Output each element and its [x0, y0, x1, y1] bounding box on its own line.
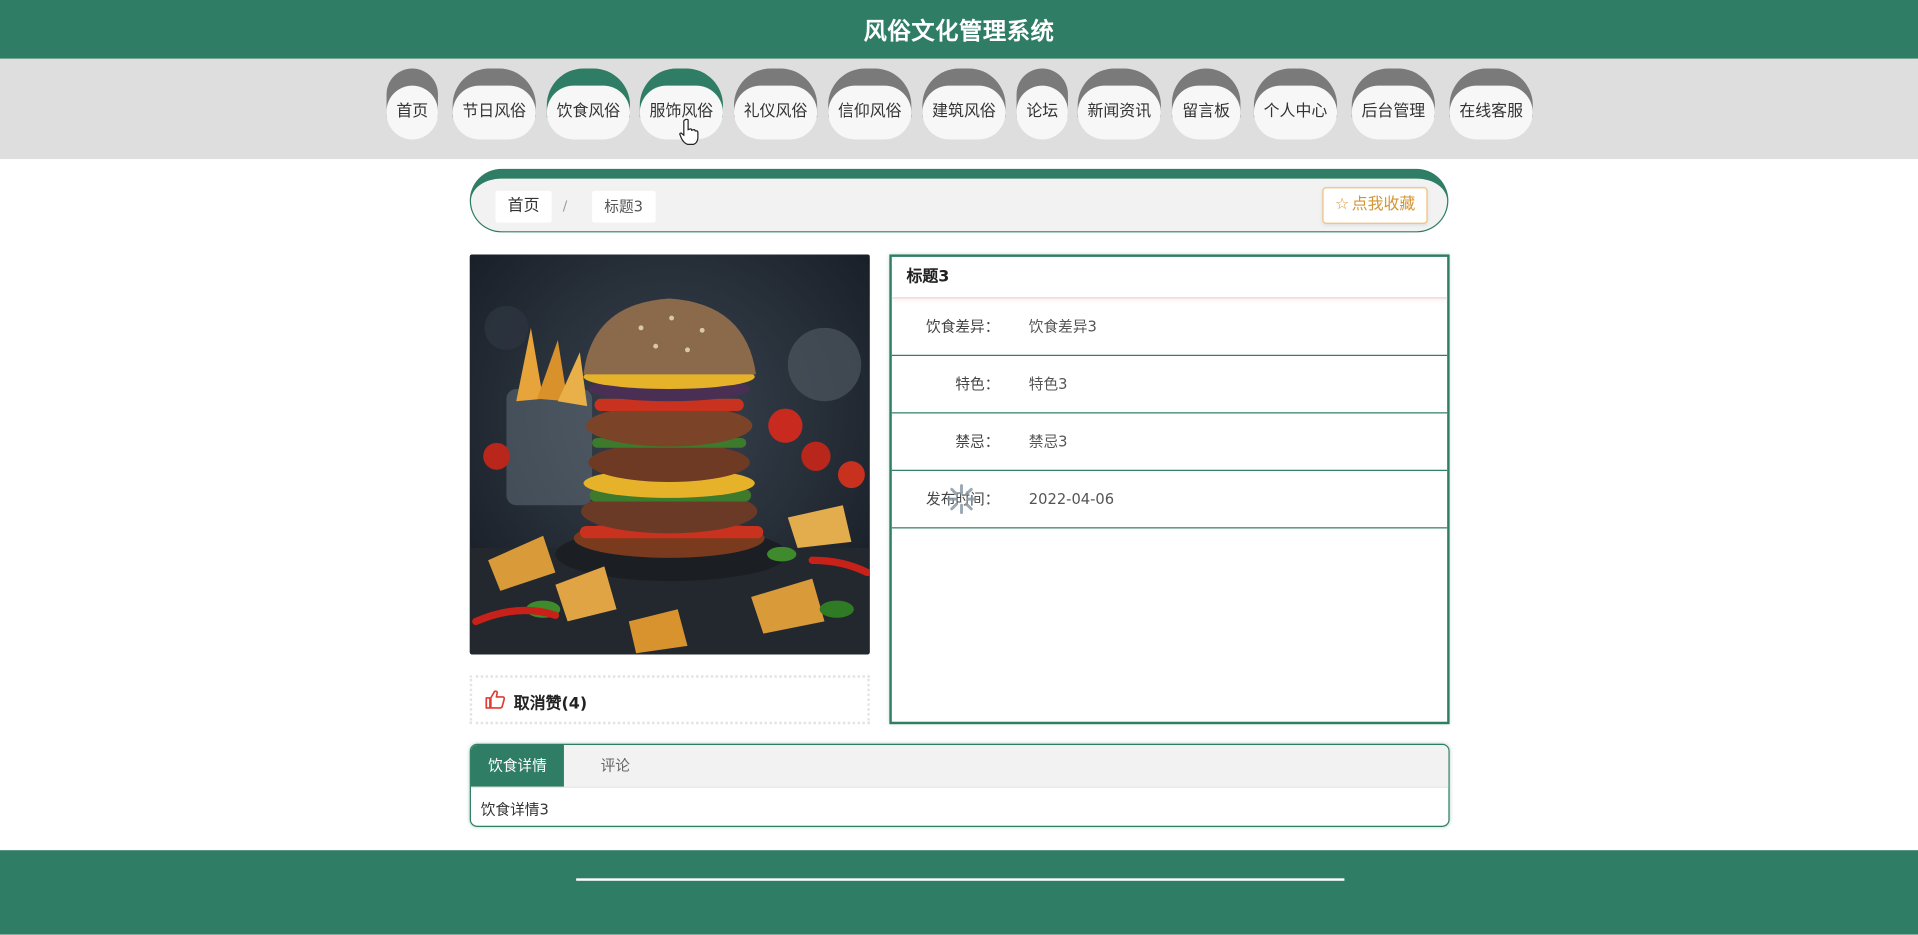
nav-item-news[interactable]: 新闻资讯	[1077, 68, 1161, 140]
nav-item-food[interactable]: 饮食风俗	[546, 68, 630, 140]
favorite-button[interactable]: ☆ 点我收藏	[1322, 187, 1428, 224]
breadcrumb: 首页 / 标题3 ☆ 点我收藏	[469, 168, 1449, 233]
like-count-label: 取消赞(4)	[513, 694, 588, 714]
food-image	[469, 254, 870, 655]
nav-item-etiquette[interactable]: 礼仪风俗	[733, 68, 818, 140]
footer-divider	[576, 878, 1345, 881]
info-title: 标题3	[891, 257, 1448, 299]
info-row-feature: 特色： 特色3	[891, 356, 1448, 414]
info-row-taboo: 禁忌： 禁忌3	[891, 413, 1448, 471]
tab-comments[interactable]: 评论	[564, 745, 667, 787]
hand-pointer-icon	[679, 118, 699, 145]
loading-spinner-icon	[946, 484, 977, 515]
star-icon: ☆	[1335, 195, 1350, 215]
nav-item-belief[interactable]: 信仰风俗	[828, 68, 912, 140]
breadcrumb-current: 标题3	[592, 190, 656, 223]
info-panel: 标题3 饮食差异： 饮食差异3 特色： 特色3 禁忌： 禁忌3 发布时间： 20…	[889, 254, 1450, 725]
tab-content: 饮食详情3	[480, 801, 549, 819]
nav-item-personal-center[interactable]: 个人中心	[1253, 68, 1338, 140]
breadcrumb-home[interactable]: 首页	[495, 190, 552, 223]
info-row-diet-difference: 饮食差异： 饮食差异3	[891, 298, 1448, 356]
footer	[0, 850, 1918, 935]
burger-image	[469, 254, 870, 655]
nav-item-forum[interactable]: 论坛	[1016, 68, 1068, 140]
detail-tabs: 饮食详情 评论 饮食详情3	[469, 743, 1450, 827]
nav-item-admin[interactable]: 后台管理	[1351, 68, 1435, 140]
main-nav: 首页 节日风俗 饮食风俗 服饰风俗 礼仪风俗 信仰风俗 建筑风俗 论坛 新闻资讯…	[0, 58, 1918, 160]
nav-item-message-board[interactable]: 留言板	[1171, 68, 1241, 140]
nav-item-online-service[interactable]: 在线客服	[1449, 68, 1533, 140]
like-button[interactable]: 取消赞(4)	[469, 675, 870, 725]
tab-food-details[interactable]: 饮食详情	[470, 744, 564, 787]
info-row-publish-time: 发布时间： 2022-04-06	[891, 471, 1448, 529]
site-title: 风俗文化管理系统	[863, 18, 1055, 46]
nav-item-home[interactable]: 首页	[386, 68, 438, 140]
thumbs-up-icon	[485, 690, 506, 709]
nav-item-architecture[interactable]: 建筑风俗	[922, 68, 1006, 140]
breadcrumb-separator: /	[562, 198, 568, 215]
top-header: 风俗文化管理系统	[0, 0, 1918, 59]
nav-item-festival[interactable]: 节日风俗	[452, 68, 536, 140]
